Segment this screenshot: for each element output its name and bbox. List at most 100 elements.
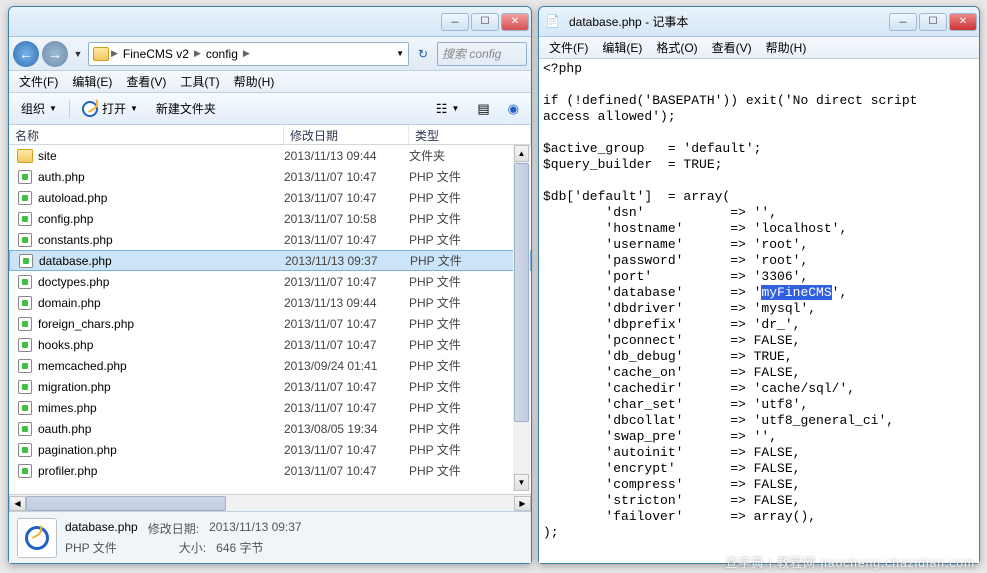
- file-row[interactable]: profiler.php2013/11/07 10:47PHP 文件: [9, 460, 531, 481]
- close-button[interactable]: ✕: [949, 13, 977, 31]
- history-dropdown[interactable]: ▼: [71, 49, 85, 59]
- menu-view[interactable]: 查看(V): [120, 71, 172, 92]
- file-row[interactable]: domain.php2013/11/13 09:44PHP 文件: [9, 292, 531, 313]
- column-type[interactable]: 类型: [409, 125, 531, 144]
- new-folder-button[interactable]: 新建文件夹: [150, 97, 222, 120]
- file-name: config.php: [38, 212, 93, 226]
- search-placeholder: 搜索 config: [442, 45, 501, 62]
- file-name: constants.php: [38, 233, 113, 247]
- scroll-up-button[interactable]: ▲: [514, 145, 529, 162]
- explorer-titlebar[interactable]: － ☐ ✕: [9, 7, 531, 37]
- menu-help[interactable]: 帮助(H): [228, 71, 281, 92]
- file-name: mimes.php: [38, 401, 97, 415]
- php-file-icon: [17, 379, 33, 395]
- file-row[interactable]: mimes.php2013/11/07 10:47PHP 文件: [9, 397, 531, 418]
- minimize-button[interactable]: －: [889, 13, 917, 31]
- status-date-value: 2013/11/13 09:37: [209, 520, 302, 537]
- file-name: memcached.php: [38, 359, 127, 373]
- maximize-button[interactable]: ☐: [471, 13, 499, 31]
- file-row[interactable]: auth.php2013/11/07 10:47PHP 文件: [9, 166, 531, 187]
- explorer-menubar: 文件(F) 编辑(E) 查看(V) 工具(T) 帮助(H): [9, 71, 531, 93]
- open-button[interactable]: 打开 ▼: [76, 97, 144, 120]
- php-file-icon: [17, 442, 33, 458]
- file-row[interactable]: pagination.php2013/11/07 10:47PHP 文件: [9, 439, 531, 460]
- vertical-scrollbar[interactable]: ▲ ▼: [513, 145, 530, 491]
- file-list[interactable]: site2013/11/13 09:44文件夹auth.php2013/11/0…: [9, 145, 531, 494]
- window-buttons: － ☐ ✕: [441, 13, 529, 31]
- minimize-button[interactable]: －: [441, 13, 469, 31]
- scroll-thumb[interactable]: [26, 496, 226, 511]
- column-date[interactable]: 修改日期: [284, 125, 409, 144]
- close-button[interactable]: ✕: [501, 13, 529, 31]
- menu-tools[interactable]: 工具(T): [174, 71, 225, 92]
- file-row[interactable]: memcached.php2013/09/24 01:41PHP 文件: [9, 355, 531, 376]
- file-date: 2013/11/13 09:37: [285, 254, 410, 268]
- file-date: 2013/11/07 10:47: [284, 317, 409, 331]
- view-options-button[interactable]: ☷ ▼: [430, 98, 466, 120]
- file-row[interactable]: doctypes.php2013/11/07 10:47PHP 文件: [9, 271, 531, 292]
- menu-edit[interactable]: 编辑(E): [66, 71, 118, 92]
- scroll-down-button[interactable]: ▼: [514, 474, 529, 491]
- folder-icon: [17, 149, 33, 163]
- file-row[interactable]: oauth.php2013/08/05 19:34PHP 文件: [9, 418, 531, 439]
- column-name[interactable]: 名称: [9, 125, 284, 144]
- file-name: doctypes.php: [38, 275, 109, 289]
- horizontal-scrollbar[interactable]: ◀ ▶: [9, 494, 531, 511]
- file-date: 2013/11/07 10:58: [284, 212, 409, 226]
- file-type: PHP 文件: [410, 252, 530, 269]
- forward-button[interactable]: →: [42, 41, 68, 67]
- scroll-left-button[interactable]: ◀: [9, 496, 26, 511]
- chevron-down-icon: ▼: [130, 104, 138, 113]
- file-date: 2013/11/13 09:44: [284, 296, 409, 310]
- file-name: autoload.php: [38, 191, 107, 205]
- file-date: 2013/11/07 10:47: [284, 275, 409, 289]
- status-filename: database.php: [65, 520, 138, 537]
- menu-file[interactable]: 文件(F): [13, 71, 64, 92]
- help-button[interactable]: ◉: [502, 98, 525, 120]
- dropdown-icon[interactable]: ▼: [396, 49, 404, 58]
- ie-icon: [82, 101, 98, 117]
- menu-view[interactable]: 查看(V): [706, 37, 758, 58]
- php-file-icon: [17, 337, 33, 353]
- php-file-icon: [17, 358, 33, 374]
- breadcrumb[interactable]: ▶ FineCMS v2 ▶ config ▶ ▼: [88, 42, 409, 66]
- file-row[interactable]: constants.php2013/11/07 10:47PHP 文件: [9, 229, 531, 250]
- scroll-right-button[interactable]: ▶: [514, 496, 531, 511]
- search-input[interactable]: 搜索 config: [437, 42, 527, 66]
- file-row[interactable]: config.php2013/11/07 10:58PHP 文件: [9, 208, 531, 229]
- chevron-right-icon[interactable]: ▶: [243, 48, 250, 59]
- file-row[interactable]: site2013/11/13 09:44文件夹: [9, 145, 531, 166]
- status-date-label: 修改日期:: [148, 520, 199, 537]
- maximize-button[interactable]: ☐: [919, 13, 947, 31]
- file-row[interactable]: database.php2013/11/13 09:37PHP 文件: [9, 250, 531, 271]
- scroll-thumb[interactable]: [514, 163, 529, 422]
- menu-format[interactable]: 格式(O): [650, 37, 703, 58]
- file-name: auth.php: [38, 170, 85, 184]
- menu-help[interactable]: 帮助(H): [760, 37, 813, 58]
- window-buttons: － ☐ ✕: [889, 13, 977, 31]
- menu-edit[interactable]: 编辑(E): [596, 37, 648, 58]
- file-row[interactable]: hooks.php2013/11/07 10:47PHP 文件: [9, 334, 531, 355]
- chevron-right-icon[interactable]: ▶: [194, 48, 201, 59]
- file-row[interactable]: autoload.php2013/11/07 10:47PHP 文件: [9, 187, 531, 208]
- breadcrumb-item[interactable]: FineCMS v2: [120, 47, 192, 61]
- breadcrumb-item[interactable]: config: [203, 47, 241, 61]
- php-file-icon: [17, 421, 33, 437]
- ie-icon: [25, 526, 49, 550]
- text-editor[interactable]: <?php if (!defined('BASEPATH')) exit('No…: [539, 59, 979, 563]
- chevron-right-icon[interactable]: ▶: [111, 48, 118, 59]
- organize-button[interactable]: 组织 ▼: [15, 97, 63, 120]
- file-name: site: [38, 149, 57, 163]
- address-bar: ← → ▼ ▶ FineCMS v2 ▶ config ▶ ▼ ↻ 搜索 con…: [9, 37, 531, 71]
- menu-file[interactable]: 文件(F): [543, 37, 594, 58]
- notepad-titlebar[interactable]: 📄 database.php - 记事本 － ☐ ✕: [539, 7, 979, 37]
- explorer-toolbar: 组织 ▼ 打开 ▼ 新建文件夹 ☷ ▼ ▤ ◉: [9, 93, 531, 125]
- file-row[interactable]: foreign_chars.php2013/11/07 10:47PHP 文件: [9, 313, 531, 334]
- php-file-icon: [17, 169, 33, 185]
- preview-pane-button[interactable]: ▤: [471, 98, 495, 120]
- file-row[interactable]: migration.php2013/11/07 10:47PHP 文件: [9, 376, 531, 397]
- selected-text: myFineCMS: [761, 285, 831, 300]
- back-button[interactable]: ←: [13, 41, 39, 67]
- refresh-button[interactable]: ↻: [412, 47, 434, 61]
- explorer-window: － ☐ ✕ ← → ▼ ▶ FineCMS v2 ▶ config ▶ ▼ ↻ …: [8, 6, 532, 564]
